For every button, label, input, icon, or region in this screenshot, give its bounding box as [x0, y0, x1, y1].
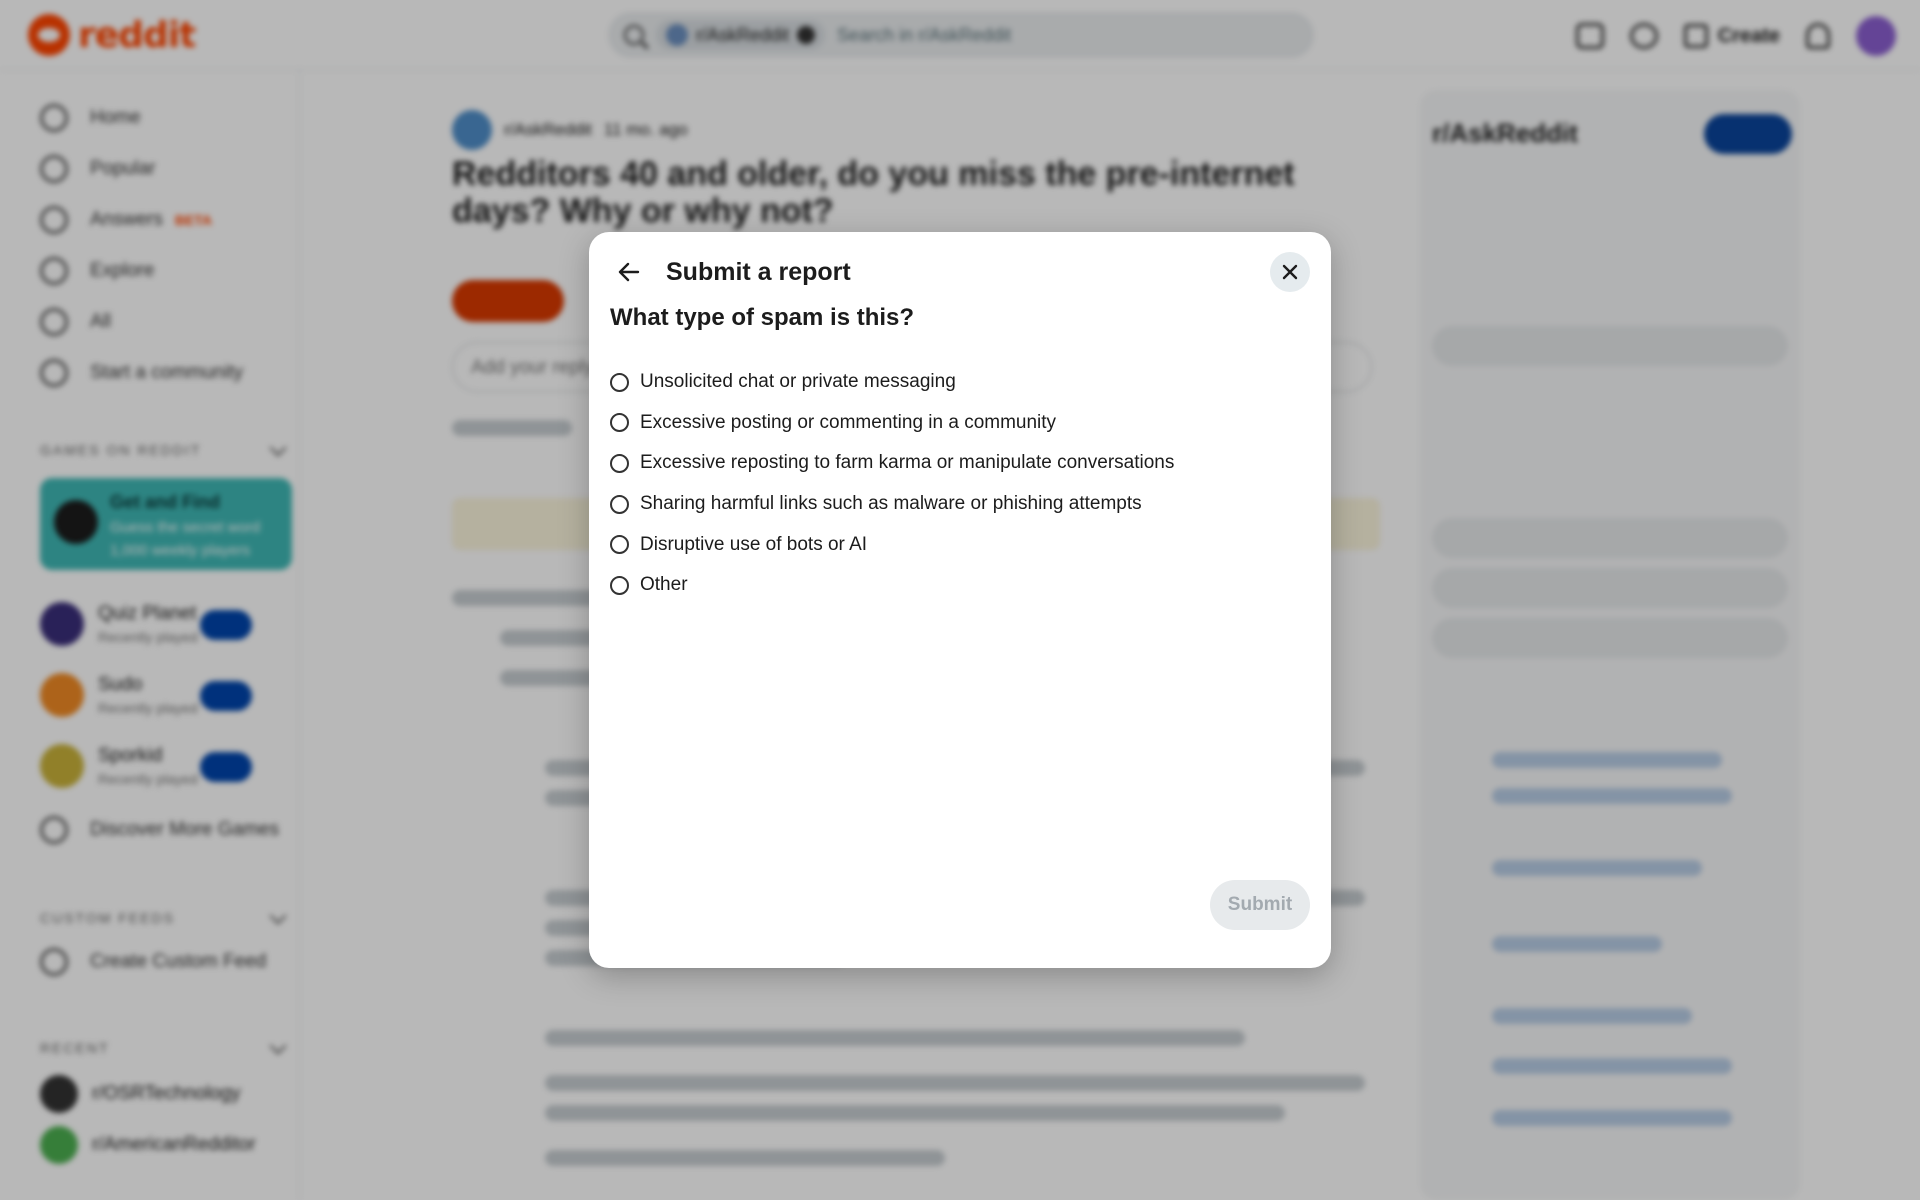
option-other[interactable]: Other: [610, 565, 1174, 606]
radio-button[interactable]: [610, 535, 629, 555]
option-excessive-reposting[interactable]: Excessive reposting to farm karma or man…: [610, 443, 1174, 484]
report-question: What type of spam is this?: [610, 304, 915, 331]
option-excessive-posting[interactable]: Excessive posting or commenting in a com…: [610, 403, 1174, 444]
report-dialog: Submit a report What type of spam is thi…: [589, 232, 1331, 968]
arrow-left-icon: [618, 262, 640, 282]
option-label: Excessive reposting to farm karma or man…: [640, 452, 1175, 474]
option-label: Unsolicited chat or private messaging: [640, 371, 956, 393]
radio-button[interactable]: [610, 372, 629, 392]
option-label: Sharing harmful links such as malware or…: [640, 493, 1142, 515]
close-button[interactable]: [1270, 252, 1310, 292]
option-label: Other: [640, 574, 688, 596]
option-label: Disruptive use of bots or AI: [640, 533, 868, 555]
option-label: Excessive posting or commenting in a com…: [640, 411, 1057, 433]
option-bots-ai[interactable]: Disruptive use of bots or AI: [610, 524, 1174, 565]
back-button[interactable]: [609, 252, 649, 292]
radio-button[interactable]: [610, 575, 629, 595]
spam-type-options: Unsolicited chat or private messaging Ex…: [610, 362, 1174, 606]
dialog-title: Submit a report: [666, 258, 851, 286]
radio-button[interactable]: [610, 453, 629, 473]
radio-button[interactable]: [610, 413, 629, 433]
option-unsolicited-chat[interactable]: Unsolicited chat or private messaging: [610, 362, 1174, 403]
radio-button[interactable]: [610, 494, 629, 514]
submit-button[interactable]: Submit: [1210, 880, 1310, 930]
option-harmful-links[interactable]: Sharing harmful links such as malware or…: [610, 484, 1174, 525]
close-icon: [1282, 264, 1298, 280]
